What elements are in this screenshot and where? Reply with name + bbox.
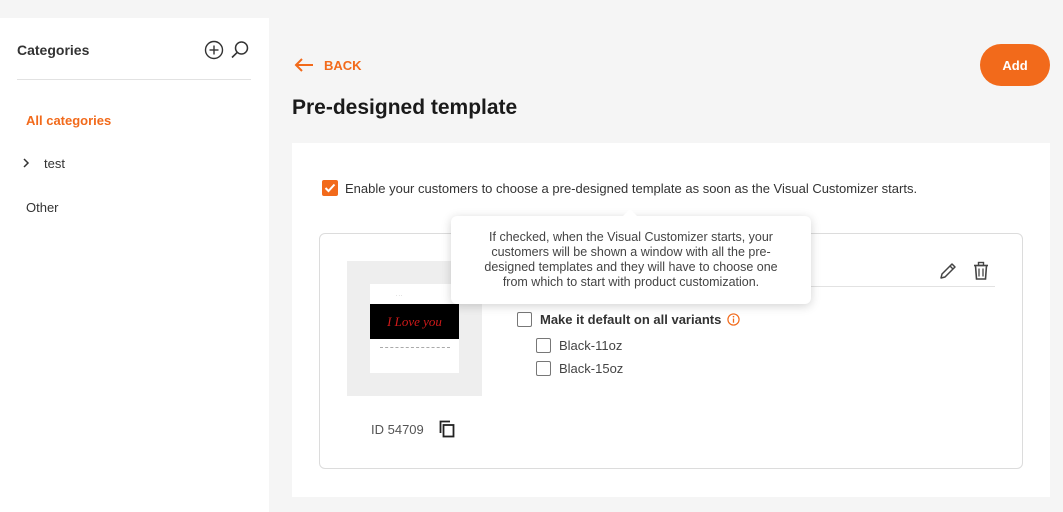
sidebar-item-other[interactable]: Other: [26, 200, 59, 215]
back-label: BACK: [324, 57, 362, 73]
add-category-icon[interactable]: [204, 40, 224, 60]
sidebar-title: Categories: [17, 42, 90, 58]
sidebar-item-test[interactable]: test: [44, 156, 65, 171]
pencil-icon[interactable]: [938, 261, 958, 281]
variant-checkbox[interactable]: [536, 338, 551, 353]
variant-option: Black-15oz: [536, 361, 623, 376]
variant-label: Black-11oz: [559, 338, 623, 353]
add-button[interactable]: Add: [980, 44, 1050, 86]
back-link[interactable]: BACK: [294, 56, 362, 74]
checkmark-icon: [324, 183, 336, 193]
mug-preview: · · · I Love you: [370, 284, 459, 373]
mug-dashed-line: [380, 347, 450, 348]
chevron-right-icon[interactable]: [21, 157, 31, 169]
sidebar-header: Categories: [17, 18, 251, 80]
sidebar-item-all-categories[interactable]: All categories: [26, 113, 111, 128]
variant-label: Black-15oz: [559, 361, 624, 376]
default-all-variants-option: Make it default on all variants: [517, 312, 741, 327]
arrow-left-icon: [294, 58, 313, 72]
mug-print-text: I Love you: [387, 313, 442, 329]
info-icon[interactable]: [727, 313, 741, 326]
search-icon[interactable]: [230, 40, 250, 60]
enable-option-tooltip: If checked, when the Visual Customizer s…: [451, 209, 811, 304]
trash-icon[interactable]: [971, 261, 991, 281]
default-all-variants-label: Make it default on all variants: [540, 312, 722, 327]
page-title: Pre-designed template: [292, 96, 518, 119]
enable-label: Enable your customers to choose a pre-de…: [345, 180, 918, 196]
template-id-row: ID 54709: [371, 420, 456, 438]
enable-option: Enable your customers to choose a pre-de…: [322, 180, 917, 196]
template-panel: Enable your customers to choose a pre-de…: [292, 143, 1050, 497]
default-all-variants-checkbox[interactable]: [517, 312, 532, 327]
copy-icon[interactable]: [438, 420, 456, 438]
template-id: ID 54709: [371, 421, 424, 437]
name-field-underline: [780, 286, 995, 287]
enable-checkbox[interactable]: [322, 180, 338, 196]
mug-small-text: · · ·: [396, 293, 403, 298]
variant-checkbox[interactable]: [536, 361, 551, 376]
variant-option: Black-11oz: [536, 338, 622, 353]
mug-print: I Love you: [370, 304, 459, 339]
categories-sidebar: Categories All categories test Other: [0, 18, 269, 512]
